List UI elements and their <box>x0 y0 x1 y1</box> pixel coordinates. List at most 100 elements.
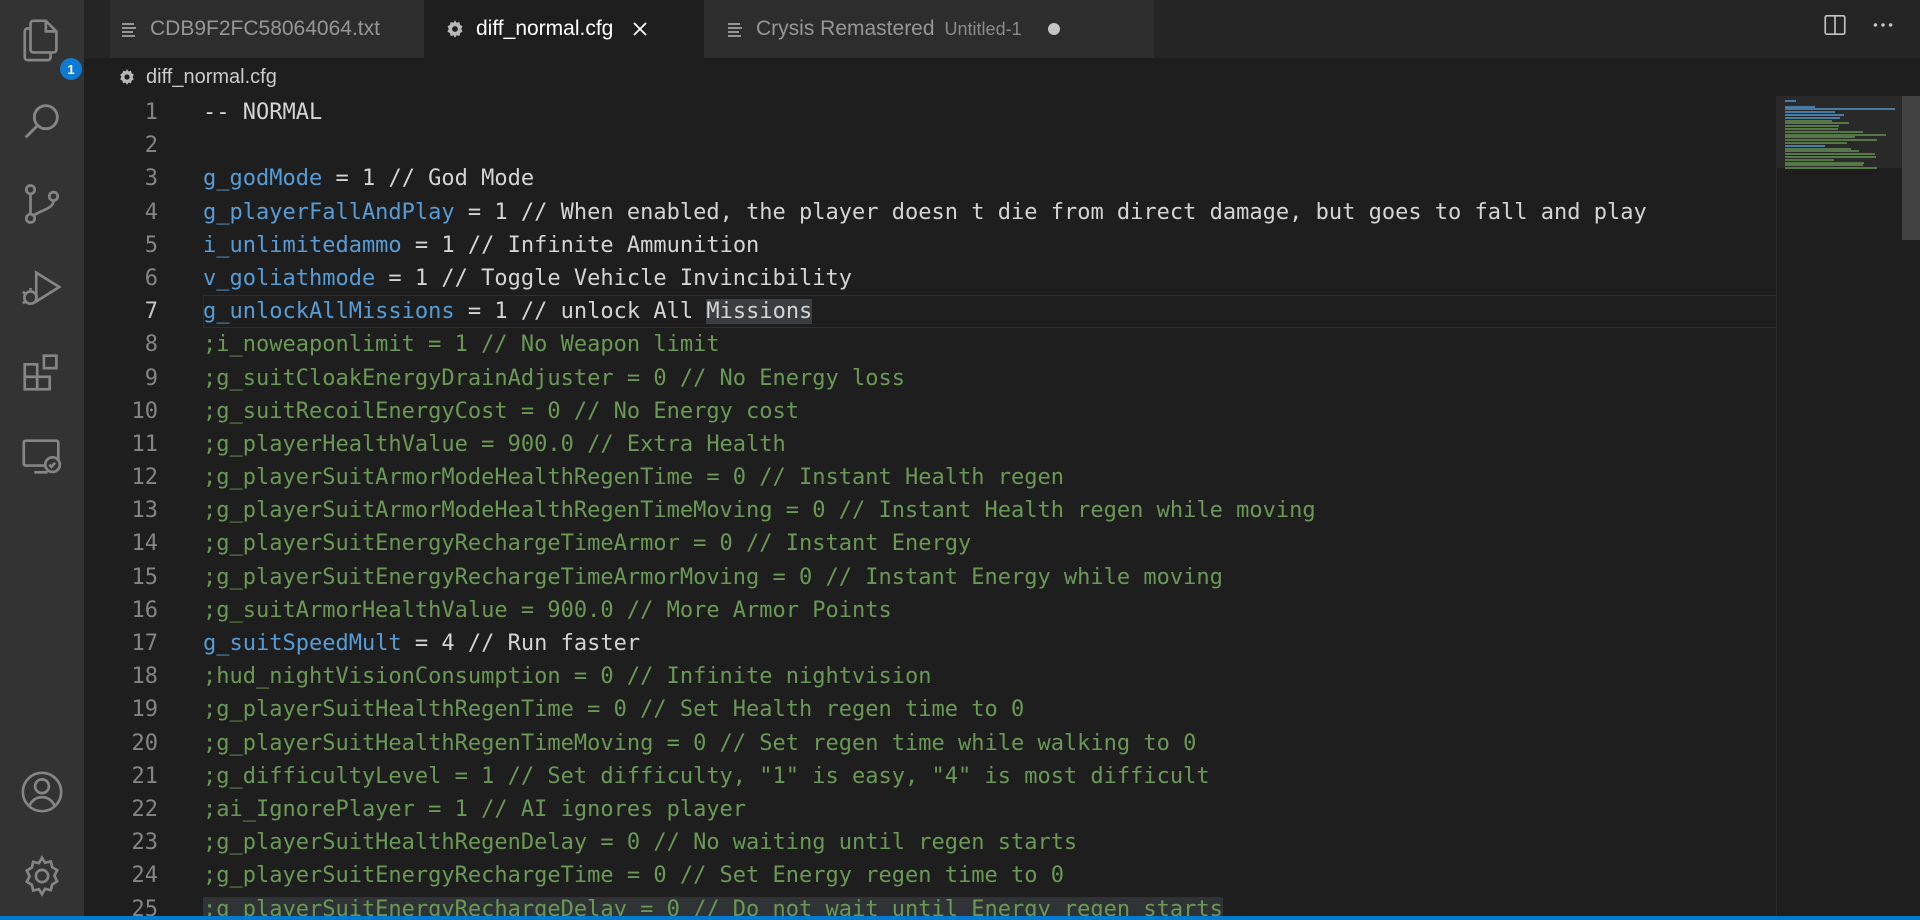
code-line[interactable]: ;g_playerSuitHealthRegenDelay = 0 // No … <box>203 826 1776 859</box>
accounts-button[interactable] <box>16 766 68 818</box>
line-number: 8 <box>144 332 158 358</box>
minimap-line <box>1785 108 1895 111</box>
line-number: 5 <box>144 232 158 258</box>
config-value: = 1 // When enabled, the player doesn t … <box>454 199 1647 225</box>
comment-text: ;hud_nightVisionConsumption = 0 // Infin… <box>203 664 932 690</box>
manage-button[interactable] <box>16 850 68 902</box>
tab-cdb9f2fc58064064[interactable]: CDB9F2FC58064064.txt <box>110 0 424 58</box>
minimap-line <box>1785 161 1865 164</box>
editor-actions <box>1822 12 1896 43</box>
breadcrumb-file[interactable]: diff_normal.cfg <box>146 66 277 89</box>
code-line[interactable]: ;g_playerSuitHealthRegenTimeMoving = 0 /… <box>203 727 1776 760</box>
code-line[interactable]: ;hud_nightVisionConsumption = 0 // Infin… <box>203 660 1776 693</box>
comment-text: ;g_playerSuitEnergyRechargeTimeArmorMovi… <box>203 564 1223 590</box>
config-key: v_goliathmode <box>203 265 376 291</box>
code-line[interactable]: g_suitSpeedMult = 4 // Run faster <box>203 627 1776 660</box>
gear-file-icon <box>118 68 136 86</box>
code-line[interactable]: ;i_noweaponlimit = 1 // No Weapon limit <box>203 328 1776 361</box>
code-line[interactable]: ;g_playerSuitHealthRegenTime = 0 // Set … <box>203 693 1776 726</box>
code-line[interactable] <box>203 129 1776 162</box>
comment-text: ;g_playerSuitHealthRegenTimeMoving = 0 /… <box>203 730 1197 756</box>
close-icon[interactable] <box>627 16 653 42</box>
code-line[interactable]: ;g_playerSuitArmorModeHealthRegenTimeMov… <box>203 494 1776 527</box>
account-icon <box>21 771 63 813</box>
extensions-button[interactable] <box>16 346 68 398</box>
minimap-line <box>1785 116 1841 119</box>
vertical-scrollbar[interactable] <box>1902 96 1920 920</box>
line-number: 22 <box>131 796 159 822</box>
minimap-line <box>1785 147 1851 150</box>
code-line[interactable]: ;g_playerSuitEnergyRechargeTimeArmorMovi… <box>203 561 1776 594</box>
source-control-button[interactable] <box>16 178 68 230</box>
line-number: 1 <box>144 100 158 125</box>
line-number: 6 <box>144 265 158 291</box>
tab-description: Untitled-1 <box>944 18 1022 39</box>
search-button[interactable] <box>16 96 68 148</box>
code-lines[interactable]: -- NORMAL g_godMode = 1 // God Mode g_play… <box>203 96 1776 920</box>
line-number: 15 <box>131 564 159 590</box>
code-line[interactable]: ;ai_IgnorePlayer = 1 // AI ignores playe… <box>203 793 1776 826</box>
remote-explorer-button[interactable] <box>16 430 68 482</box>
more-actions-icon[interactable] <box>1870 12 1896 43</box>
gear-file-icon <box>444 18 466 40</box>
code-line[interactable]: -- NORMAL <box>203 96 1776 129</box>
code-line[interactable]: g_playerFallAndPlay = 1 // When enabled,… <box>203 196 1776 229</box>
line-number: 10 <box>131 398 159 424</box>
code-line[interactable]: ;g_suitRecoilEnergyCost = 0 // No Energy… <box>203 395 1776 428</box>
code-line[interactable]: ;g_playerSuitEnergyRechargeTimeArmor = 0… <box>203 527 1776 560</box>
code-line[interactable]: ;g_suitCloakEnergyDrainAdjuster = 0 // N… <box>203 362 1776 395</box>
code-line[interactable]: g_unlockAllMissions = 1 // unlock All Mi… <box>203 295 1776 328</box>
line-number: 12 <box>131 465 159 491</box>
code-line[interactable]: g_godMode = 1 // God Mode <box>203 162 1776 195</box>
minimap-line <box>1785 136 1855 139</box>
config-value: = 1 // Toggle Vehicle Invincibility <box>375 265 853 291</box>
minimap-line <box>1785 139 1878 142</box>
minimap-line <box>1785 150 1860 153</box>
scrollbar-thumb[interactable] <box>1902 96 1920 240</box>
explorer-button[interactable]: 1 <box>16 14 82 80</box>
config-value: = 4 // Run faster <box>401 631 641 656</box>
code-editor[interactable]: 1 2 3 4 5 6 7 8 9 10 11 12 13 14 15 16 17 18 19 20 21 22 23 24 2… <box>84 96 1776 920</box>
minimap-line <box>1785 119 1832 122</box>
minimap[interactable] <box>1776 96 1903 920</box>
code-line[interactable]: i_unlimitedammo = 1 // Infinite Ammuniti… <box>203 229 1776 262</box>
comment-text: ;ai_IgnorePlayer = 1 // AI ignores playe… <box>203 796 747 822</box>
code-line[interactable]: ;g_suitArmorHealthValue = 900.0 // More … <box>203 594 1776 627</box>
code-line[interactable]: ;g_playerHealthValue = 900.0 // Extra He… <box>203 428 1776 461</box>
split-editor-icon[interactable] <box>1822 12 1848 43</box>
status-bar <box>0 916 1920 920</box>
comment-text: ;g_playerHealthValue = 900.0 // Extra He… <box>203 431 786 457</box>
line-number: 11 <box>131 431 159 457</box>
tab-crysis-remastered[interactable]: Crysis Remastered Untitled-1 <box>704 0 1154 58</box>
gear-icon <box>25 855 59 897</box>
comment-text: ;g_playerSuitArmorModeHealthRegenTimeMov… <box>203 498 1316 524</box>
source-control-icon <box>24 184 60 224</box>
breadcrumb[interactable]: diff_normal.cfg <box>84 58 1920 96</box>
minimap-line <box>1785 156 1877 158</box>
minimap-line <box>1785 130 1863 133</box>
comment-text: ;g_difficultyLevel = 1 // Set difficulty… <box>203 763 1210 789</box>
code-line[interactable]: ;g_playerSuitEnergyRechargeTime = 0 // S… <box>203 859 1776 892</box>
run-debug-button[interactable] <box>16 262 68 314</box>
config-key: g_playerFallAndPlay <box>203 199 455 225</box>
comment-text: ;g_suitCloakEnergyDrainAdjuster = 0 // N… <box>203 365 905 391</box>
config-key: g_godMode <box>203 166 323 192</box>
comment-text: ;g_suitRecoilEnergyCost = 0 // No Energy… <box>203 398 800 424</box>
unsaved-dot-icon[interactable] <box>1047 23 1060 35</box>
extensions-icon <box>23 354 58 391</box>
minimap-line <box>1785 133 1886 136</box>
line-number: 24 <box>131 863 159 889</box>
comment-text: ;g_suitArmorHealthValue = 900.0 // More … <box>203 597 892 623</box>
minimap-line <box>1785 167 1878 170</box>
vscode-window: 1 CDB9F2FC58064064.txt diff_normal.cfg C… <box>0 0 1920 920</box>
line-number: 13 <box>131 498 159 524</box>
code-line[interactable]: v_goliathmode = 1 // Toggle Vehicle Invi… <box>203 262 1776 295</box>
minimap-line <box>1785 122 1849 125</box>
line-number: 16 <box>131 597 159 623</box>
code-line[interactable]: ;g_playerSuitArmorModeHealthRegenTime = … <box>203 461 1776 494</box>
code-line[interactable]: ;g_difficultyLevel = 1 // Set difficulty… <box>203 760 1776 793</box>
line-number: 7 <box>144 299 158 325</box>
tab-diff-normal-cfg[interactable]: diff_normal.cfg <box>424 0 704 58</box>
config-value: -- NORMAL <box>203 100 323 125</box>
search-icon <box>24 104 59 139</box>
